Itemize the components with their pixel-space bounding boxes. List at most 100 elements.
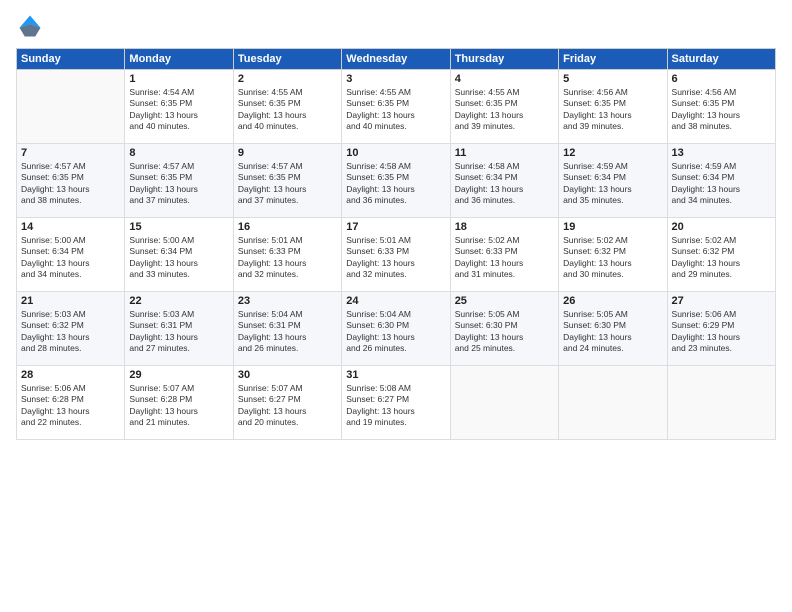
day-number: 1 [129,73,228,85]
day-info: Sunrise: 4:54 AM Sunset: 6:35 PM Dayligh… [129,87,228,133]
day-number: 9 [238,147,337,159]
day-number: 7 [21,147,120,159]
calendar-cell: 24 Sunrise: 5:04 AM Sunset: 6:30 PM Dayli… [342,292,450,366]
day-number: 8 [129,147,228,159]
calendar-table: SundayMondayTuesdayWednesdayThursdayFrid… [16,48,776,440]
calendar-week-row: 1 Sunrise: 4:54 AM Sunset: 6:35 PM Daylig… [17,70,776,144]
header-row: SundayMondayTuesdayWednesdayThursdayFrid… [17,49,776,70]
day-number: 21 [21,295,120,307]
day-info: Sunrise: 5:01 AM Sunset: 6:33 PM Dayligh… [346,235,445,281]
logo [16,12,48,40]
day-info: Sunrise: 4:55 AM Sunset: 6:35 PM Dayligh… [238,87,337,133]
day-info: Sunrise: 5:02 AM Sunset: 6:32 PM Dayligh… [563,235,662,281]
day-number: 11 [455,147,554,159]
day-number: 27 [672,295,771,307]
day-number: 6 [672,73,771,85]
calendar-week-row: 14 Sunrise: 5:00 AM Sunset: 6:34 PM Dayli… [17,218,776,292]
day-number: 5 [563,73,662,85]
day-number: 22 [129,295,228,307]
calendar-cell: 2 Sunrise: 4:55 AM Sunset: 6:35 PM Daylig… [233,70,341,144]
calendar-cell: 10 Sunrise: 4:58 AM Sunset: 6:35 PM Dayli… [342,144,450,218]
calendar-cell: 13 Sunrise: 4:59 AM Sunset: 6:34 PM Dayli… [667,144,775,218]
calendar-cell: 31Sunrise: 5:08 AM Sunset: 6:27 PM Dayli… [342,366,450,440]
calendar-cell: 7 Sunrise: 4:57 AM Sunset: 6:35 PM Daylig… [17,144,125,218]
day-info: Sunrise: 5:08 AM Sunset: 6:27 PM Dayligh… [346,383,445,429]
day-info: Sunrise: 5:01 AM Sunset: 6:33 PM Dayligh… [238,235,337,281]
day-number: 19 [563,221,662,233]
day-number: 3 [346,73,445,85]
day-number: 12 [563,147,662,159]
calendar-week-row: 21Sunrise: 5:03 AM Sunset: 6:32 PM Dayli… [17,292,776,366]
weekday-header: Thursday [450,49,558,70]
day-info: Sunrise: 5:02 AM Sunset: 6:32 PM Dayligh… [672,235,771,281]
header [16,12,776,40]
calendar-cell: 30 Sunrise: 5:07 AM Sunset: 6:27 PM Dayli… [233,366,341,440]
day-number: 2 [238,73,337,85]
day-info: Sunrise: 5:04 AM Sunset: 6:31 PM Dayligh… [238,309,337,355]
day-info: Sunrise: 5:06 AM Sunset: 6:29 PM Dayligh… [672,309,771,355]
day-info: Sunrise: 4:56 AM Sunset: 6:35 PM Dayligh… [563,87,662,133]
day-info: Sunrise: 4:57 AM Sunset: 6:35 PM Dayligh… [129,161,228,207]
day-number: 28 [21,369,120,381]
calendar-cell: 25 Sunrise: 5:05 AM Sunset: 6:30 PM Dayli… [450,292,558,366]
calendar-cell: 26Sunrise: 5:05 AM Sunset: 6:30 PM Dayli… [559,292,667,366]
day-number: 20 [672,221,771,233]
calendar-cell [559,366,667,440]
day-number: 25 [455,295,554,307]
calendar-cell: 28 Sunrise: 5:06 AM Sunset: 6:28 PM Dayli… [17,366,125,440]
day-info: Sunrise: 5:00 AM Sunset: 6:34 PM Dayligh… [129,235,228,281]
calendar-cell: 5 Sunrise: 4:56 AM Sunset: 6:35 PM Daylig… [559,70,667,144]
day-number: 24 [346,295,445,307]
day-info: Sunrise: 5:06 AM Sunset: 6:28 PM Dayligh… [21,383,120,429]
calendar-cell: 27 Sunrise: 5:06 AM Sunset: 6:29 PM Dayli… [667,292,775,366]
calendar-cell: 15 Sunrise: 5:00 AM Sunset: 6:34 PM Dayli… [125,218,233,292]
weekday-header: Wednesday [342,49,450,70]
calendar-cell [667,366,775,440]
day-number: 4 [455,73,554,85]
day-info: Sunrise: 4:55 AM Sunset: 6:35 PM Dayligh… [455,87,554,133]
logo-icon [16,12,44,40]
day-number: 29 [129,369,228,381]
calendar-cell: 20 Sunrise: 5:02 AM Sunset: 6:32 PM Dayli… [667,218,775,292]
calendar-week-row: 28 Sunrise: 5:06 AM Sunset: 6:28 PM Dayli… [17,366,776,440]
calendar-cell: 29 Sunrise: 5:07 AM Sunset: 6:28 PM Dayli… [125,366,233,440]
weekday-header: Friday [559,49,667,70]
calendar-cell: 16 Sunrise: 5:01 AM Sunset: 6:33 PM Dayli… [233,218,341,292]
day-info: Sunrise: 4:59 AM Sunset: 6:34 PM Dayligh… [563,161,662,207]
day-number: 10 [346,147,445,159]
day-info: Sunrise: 4:57 AM Sunset: 6:35 PM Dayligh… [238,161,337,207]
calendar-cell: 8 Sunrise: 4:57 AM Sunset: 6:35 PM Daylig… [125,144,233,218]
calendar-cell: 12 Sunrise: 4:59 AM Sunset: 6:34 PM Dayli… [559,144,667,218]
calendar-cell [17,70,125,144]
day-number: 16 [238,221,337,233]
calendar-cell: 6Sunrise: 4:56 AM Sunset: 6:35 PM Daylig… [667,70,775,144]
calendar-cell: 17 Sunrise: 5:01 AM Sunset: 6:33 PM Dayli… [342,218,450,292]
calendar-cell: 14 Sunrise: 5:00 AM Sunset: 6:34 PM Dayli… [17,218,125,292]
day-info: Sunrise: 5:04 AM Sunset: 6:30 PM Dayligh… [346,309,445,355]
day-info: Sunrise: 5:07 AM Sunset: 6:27 PM Dayligh… [238,383,337,429]
day-info: Sunrise: 4:58 AM Sunset: 6:34 PM Dayligh… [455,161,554,207]
day-number: 17 [346,221,445,233]
day-info: Sunrise: 4:58 AM Sunset: 6:35 PM Dayligh… [346,161,445,207]
day-number: 13 [672,147,771,159]
weekday-header: Monday [125,49,233,70]
day-number: 18 [455,221,554,233]
day-number: 14 [21,221,120,233]
day-info: Sunrise: 4:57 AM Sunset: 6:35 PM Dayligh… [21,161,120,207]
day-info: Sunrise: 4:59 AM Sunset: 6:34 PM Dayligh… [672,161,771,207]
calendar-cell: 4 Sunrise: 4:55 AM Sunset: 6:35 PM Daylig… [450,70,558,144]
calendar-cell: 23 Sunrise: 5:04 AM Sunset: 6:31 PM Dayli… [233,292,341,366]
day-number: 30 [238,369,337,381]
calendar-cell: 18Sunrise: 5:02 AM Sunset: 6:33 PM Dayli… [450,218,558,292]
day-info: Sunrise: 5:00 AM Sunset: 6:34 PM Dayligh… [21,235,120,281]
day-info: Sunrise: 5:05 AM Sunset: 6:30 PM Dayligh… [563,309,662,355]
day-number: 23 [238,295,337,307]
weekday-header: Saturday [667,49,775,70]
day-info: Sunrise: 5:07 AM Sunset: 6:28 PM Dayligh… [129,383,228,429]
calendar-cell: 11 Sunrise: 4:58 AM Sunset: 6:34 PM Dayli… [450,144,558,218]
calendar-cell: 9 Sunrise: 4:57 AM Sunset: 6:35 PM Daylig… [233,144,341,218]
day-number: 15 [129,221,228,233]
day-info: Sunrise: 5:05 AM Sunset: 6:30 PM Dayligh… [455,309,554,355]
weekday-header: Sunday [17,49,125,70]
page: SundayMondayTuesdayWednesdayThursdayFrid… [0,0,792,612]
